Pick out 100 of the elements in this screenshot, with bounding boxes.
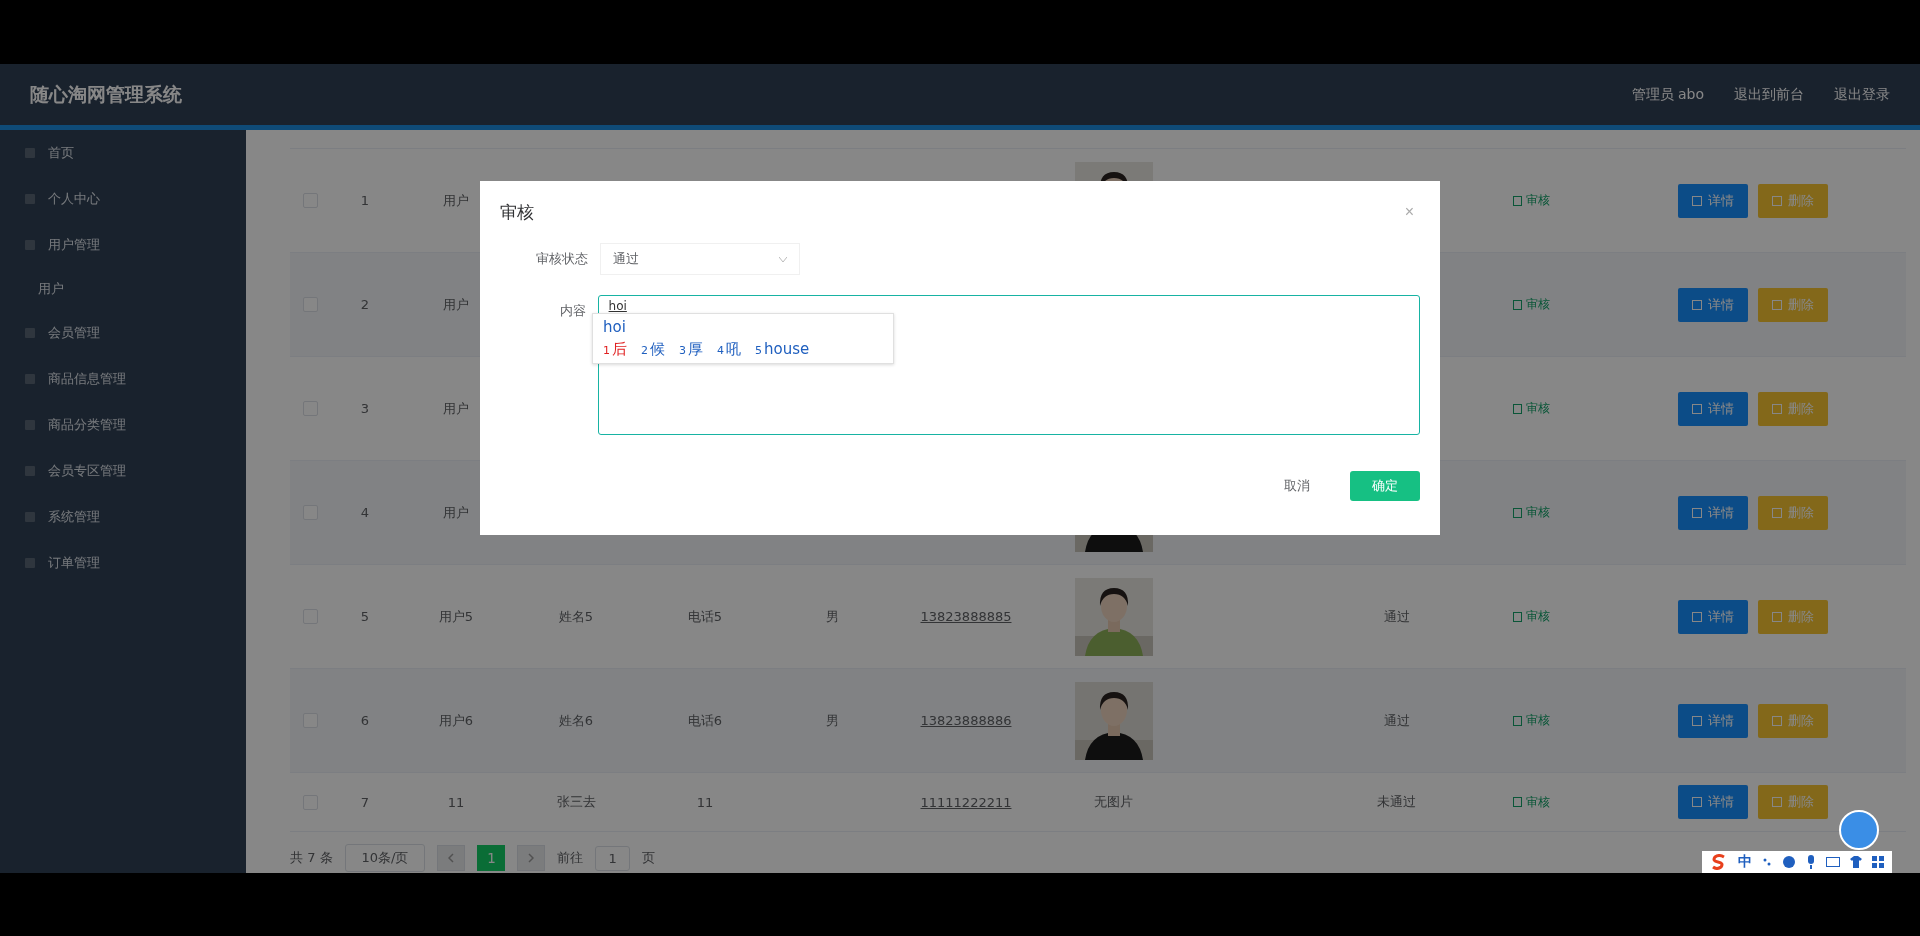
sidebar-item[interactable]: 用户管理 xyxy=(0,222,246,268)
page-size-select[interactable]: 10条/页 xyxy=(344,844,426,872)
ime-candidate[interactable]: 4吼 xyxy=(717,340,741,359)
close-button[interactable]: × xyxy=(1398,202,1420,222)
table-cell: 男 xyxy=(826,711,839,730)
button-icon xyxy=(1772,507,1782,518)
action-button[interactable]: 详情 xyxy=(1678,183,1748,218)
table-cell: 7 xyxy=(360,794,370,810)
button-icon xyxy=(1692,715,1702,726)
table-cell: 通过 xyxy=(1383,711,1410,730)
microphone-icon[interactable] xyxy=(1806,855,1816,869)
keyboard-icon[interactable] xyxy=(1826,857,1840,867)
table-cell: 2 xyxy=(360,297,370,312)
action-button[interactable]: 删除 xyxy=(1758,287,1828,322)
action-button[interactable]: 删除 xyxy=(1758,703,1828,738)
status-select[interactable]: 通过 xyxy=(600,243,800,275)
floating-badge-icon[interactable] xyxy=(1838,809,1880,851)
table-cell: 4 xyxy=(360,505,370,520)
ime-mode[interactable]: 中 xyxy=(1738,853,1752,871)
table-cell: 通过 xyxy=(1383,607,1410,626)
review-link[interactable]: 审核 xyxy=(1513,296,1550,313)
field-label: 内容 xyxy=(558,302,586,320)
action-button[interactable]: 详情 xyxy=(1678,785,1748,819)
table-cell: 用户 xyxy=(443,295,469,314)
shirt-icon[interactable] xyxy=(1850,856,1862,868)
sidebar-item[interactable]: 商品信息管理 xyxy=(0,356,246,402)
sidebar-item[interactable]: 会员专区管理 xyxy=(0,448,246,494)
review-link[interactable]: 审核 xyxy=(1513,192,1550,209)
ime-composition: hoi xyxy=(603,318,627,336)
table-cell: 用户5 xyxy=(438,607,474,626)
action-button[interactable]: 删除 xyxy=(1758,495,1828,530)
action-button[interactable]: 详情 xyxy=(1678,495,1748,530)
ime-candidate[interactable]: 2 候 xyxy=(641,340,665,359)
sidebar-item[interactable]: 会员管理 xyxy=(0,310,246,356)
dialog-title: 审核 xyxy=(500,200,534,224)
admin-user: 管理员 abo xyxy=(1631,85,1704,104)
review-link[interactable]: 审核 xyxy=(1513,712,1550,729)
sidebar-item[interactable]: 系统管理 xyxy=(0,494,246,540)
table-cell: 姓名5 xyxy=(558,607,594,626)
table-cell: 用户 xyxy=(443,191,469,210)
action-button[interactable]: 删除 xyxy=(1758,785,1828,819)
page-input[interactable]: 1 xyxy=(595,845,630,871)
review-link[interactable]: 审核 xyxy=(1513,608,1550,625)
header-link[interactable]: 退出到前台 xyxy=(1734,85,1804,104)
button-icon xyxy=(1772,299,1782,310)
header-link[interactable]: 退出登录 xyxy=(1834,85,1890,104)
goto-suffix: 页 xyxy=(641,849,655,867)
sidebar-item[interactable]: 首页 xyxy=(0,130,246,176)
ime-candidate[interactable]: 3 厚 xyxy=(679,340,703,359)
punctuation-icon[interactable] xyxy=(1762,857,1772,867)
table-cell: 用户 xyxy=(443,503,469,522)
action-button[interactable]: 删除 xyxy=(1758,183,1828,218)
sidebar-item[interactable]: 个人中心 xyxy=(0,176,246,222)
button-icon xyxy=(1772,195,1782,206)
action-button[interactable]: 删除 xyxy=(1758,391,1828,426)
table-cell: 5 xyxy=(360,609,370,624)
caret-icon xyxy=(779,256,787,262)
app-title: 随心淘网管理系统 xyxy=(30,81,182,107)
total-count: 共 7 条 xyxy=(290,849,333,867)
page-number[interactable]: 1 xyxy=(477,845,506,871)
dialog-button[interactable]: 确定 xyxy=(1350,471,1420,501)
sidebar-subitem[interactable]: 用户 xyxy=(0,268,246,310)
field-label: 审核状态 xyxy=(535,250,588,268)
sidebar-item[interactable]: 商品分类管理 xyxy=(0,402,246,448)
review-link[interactable]: 审核 xyxy=(1513,504,1550,521)
table-cell: 11111222211 xyxy=(920,794,1012,810)
table-cell: 男 xyxy=(826,607,839,626)
table-cell: 6 xyxy=(360,713,370,728)
action-button[interactable]: 详情 xyxy=(1678,599,1748,634)
table-cell: 3 xyxy=(360,401,370,416)
goto-label: 前往 xyxy=(557,849,584,867)
sidebar-item[interactable]: 订单管理 xyxy=(0,540,246,586)
table-cell: 13823888885 xyxy=(920,609,1012,624)
grid-icon[interactable] xyxy=(1872,856,1884,868)
review-link[interactable]: 审核 xyxy=(1513,793,1550,811)
button-icon xyxy=(1692,195,1702,206)
button-icon xyxy=(1772,611,1782,622)
button-icon xyxy=(1772,403,1782,414)
prev-page-button[interactable] xyxy=(437,845,466,871)
button-icon xyxy=(1692,507,1702,518)
table-cell: 11 xyxy=(447,794,465,810)
review-link[interactable]: 审核 xyxy=(1513,400,1550,417)
action-button[interactable]: 详情 xyxy=(1678,391,1748,426)
action-button[interactable]: 详情 xyxy=(1678,287,1748,322)
next-page-button[interactable] xyxy=(517,845,546,871)
button-icon xyxy=(1692,797,1702,807)
table-cell: 用户 xyxy=(443,399,469,418)
action-button[interactable]: 详情 xyxy=(1678,703,1748,738)
table-cell: 13823888886 xyxy=(920,713,1012,728)
button-icon xyxy=(1772,797,1782,807)
ime-candidate[interactable]: 5 house xyxy=(755,340,810,359)
chevron-left-icon xyxy=(448,853,455,863)
action-button[interactable]: 删除 xyxy=(1758,599,1828,634)
ime-candidate[interactable]: 1 后 xyxy=(603,340,627,359)
table-cell: 11 xyxy=(696,794,714,810)
table-cell: 未通过 xyxy=(1377,793,1416,811)
table-cell: 姓名6 xyxy=(558,711,594,730)
chevron-right-icon xyxy=(528,853,535,863)
table-cell: 1 xyxy=(360,193,370,208)
button-icon xyxy=(1772,715,1782,726)
